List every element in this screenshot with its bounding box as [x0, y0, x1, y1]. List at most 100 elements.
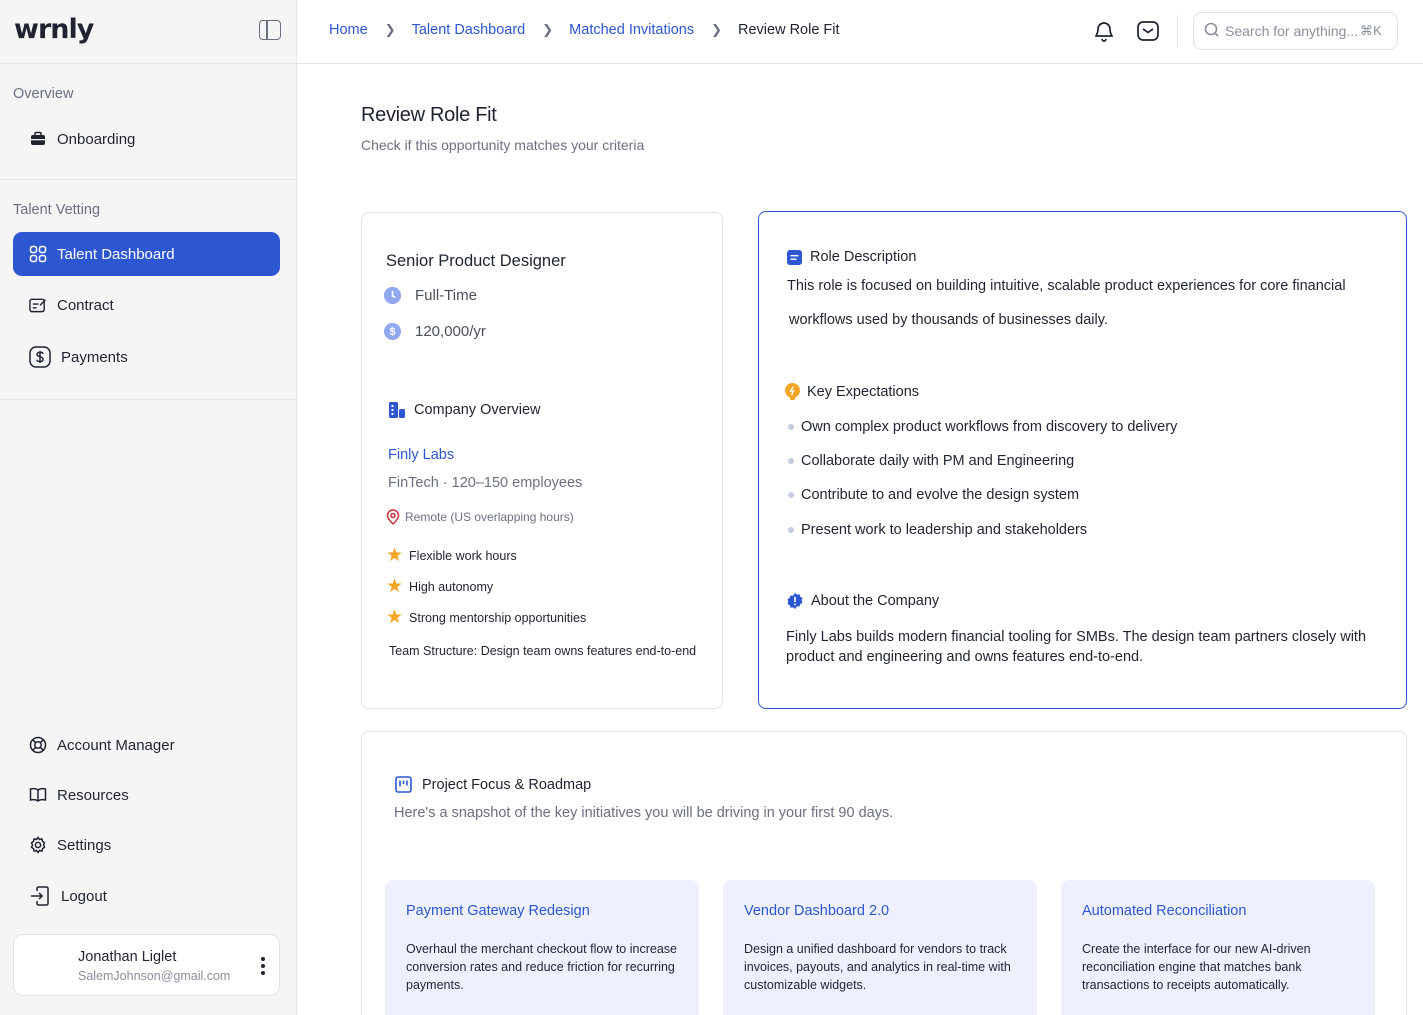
role-description-line: This role is focused on building intuiti… — [787, 278, 1346, 294]
team-structure: Team Structure: Design team owns feature… — [389, 644, 697, 658]
gear-icon — [29, 836, 47, 854]
employment-type-text: Full-Time — [415, 287, 477, 304]
project-description: Overhaul the merchant checkout flow to i… — [406, 942, 677, 992]
about-company-label: About the Company — [811, 593, 940, 609]
bell-icon[interactable] — [1092, 19, 1116, 43]
roadmap-subtitle: Here's a snapshot of the key initiatives… — [394, 805, 894, 821]
employment-type: Full-Time — [384, 287, 477, 304]
project-title: Payment Gateway Redesign — [406, 903, 590, 919]
chevron-right-icon: ❯ — [384, 22, 396, 37]
perk-text: Strong mentorship opportunities — [409, 610, 587, 625]
grid-icon — [29, 245, 47, 263]
project-description: Design a unified dashboard for vendors t… — [744, 942, 1011, 992]
project-card[interactable]: Vendor Dashboard 2.0 Design a unified da… — [723, 880, 1037, 1015]
roadmap-heading: Project Focus & Roadmap — [395, 776, 591, 793]
search-shortcut: ⌘K — [1360, 23, 1382, 38]
sidebar-item-onboarding[interactable]: Onboarding — [13, 117, 280, 161]
book-icon — [29, 786, 47, 804]
top-header: Home ❯ Talent Dashboard ❯ Matched Invita… — [297, 0, 1423, 64]
company-overview-label: Company Overview — [414, 402, 541, 418]
about-company-heading: About the Company — [787, 593, 939, 609]
sidebar-item-label: Resources — [57, 786, 129, 804]
search-input[interactable] — [1225, 23, 1357, 39]
breadcrumb-matched-invitations[interactable]: Matched Invitations — [569, 22, 694, 38]
breadcrumb-current: Review Role Fit — [738, 22, 840, 38]
list-item: Present work to leadership and stakehold… — [788, 512, 1177, 548]
breadcrumb: Home ❯ Talent Dashboard ❯ Matched Invita… — [329, 22, 840, 38]
document-icon — [787, 249, 802, 265]
page-subtitle: Check if this opportunity matches your c… — [361, 137, 645, 153]
sidebar-item-label: Account Manager — [57, 736, 175, 754]
lightbulb-icon — [784, 383, 801, 401]
list-item: Contribute to and evolve the design syst… — [788, 478, 1177, 512]
more-options-icon[interactable] — [261, 957, 265, 975]
lifebuoy-icon — [29, 736, 47, 754]
list-item: Collaborate daily with PM and Engineerin… — [788, 444, 1177, 478]
breadcrumb-talent-dashboard[interactable]: Talent Dashboard — [412, 22, 526, 38]
dollar-circle-icon: $ — [384, 323, 401, 340]
sidebar-item-settings[interactable]: Settings — [13, 823, 280, 867]
sidebar-item-label: Talent Dashboard — [57, 245, 175, 263]
location-pin-icon — [386, 509, 400, 525]
company-name-link[interactable]: Finly Labs — [388, 447, 454, 463]
about-company-text: Finly Labs builds modern financial tooli… — [786, 629, 1367, 665]
company-overview-heading: Company Overview — [388, 401, 541, 419]
search-box[interactable]: ⌘K — [1193, 12, 1398, 50]
sidebar-item-label: Logout — [61, 887, 107, 905]
list-item: Own complex product workflows from disco… — [788, 410, 1177, 444]
roadmap-card: Project Focus & Roadmap Here's a snapsho… — [361, 731, 1407, 1015]
sidebar-item-label: Payments — [61, 348, 128, 366]
project-title: Vendor Dashboard 2.0 — [744, 903, 890, 919]
star-icon: ★ — [386, 607, 404, 628]
perk-item: ★ Strong mentorship opportunities — [386, 608, 586, 627]
chevron-right-icon: ❯ — [711, 22, 723, 37]
kanban-icon — [395, 776, 412, 793]
project-card[interactable]: Payment Gateway Redesign Overhaul the me… — [385, 880, 699, 1015]
company-location: Remote (US overlapping hours) — [386, 509, 574, 525]
sidebar-item-account-manager[interactable]: Account Manager — [13, 723, 280, 767]
sidebar-item-logout[interactable]: Logout — [13, 874, 280, 918]
role-description-label: Role Description — [810, 249, 917, 265]
sidebar-item-label: Onboarding — [57, 130, 136, 148]
contract-icon — [29, 296, 47, 314]
sidebar-item-contract[interactable]: Contract — [13, 283, 280, 327]
section-label-talent-vetting: Talent Vetting — [13, 202, 101, 218]
sidebar-collapse-icon[interactable] — [259, 20, 281, 40]
star-icon: ★ — [386, 545, 404, 566]
user-email: SalemJohnson@gmail.com — [78, 969, 231, 983]
page-title: Review Role Fit — [361, 104, 497, 126]
sidebar-item-resources[interactable]: Resources — [13, 773, 280, 817]
chevron-right-icon: ❯ — [542, 22, 554, 37]
breadcrumb-home[interactable]: Home — [329, 22, 368, 38]
dollar-icon — [29, 346, 51, 368]
sidebar-divider — [0, 399, 296, 400]
expectations-list: Own complex product workflows from disco… — [788, 410, 1177, 548]
user-card[interactable]: Jonathan Liglet SalemJohnson@gmail.com — [13, 934, 280, 996]
sidebar: wrnly Overview Onboarding Talent Vetting… — [0, 0, 297, 1015]
sidebar-divider — [0, 63, 296, 64]
briefcase-icon — [29, 130, 47, 148]
star-icon: ★ — [386, 576, 404, 597]
sidebar-item-payments[interactable]: Payments — [13, 335, 280, 379]
sidebar-divider — [0, 179, 296, 180]
location-text: Remote (US overlapping hours) — [405, 510, 574, 524]
sidebar-item-talent-dashboard[interactable]: Talent Dashboard — [13, 232, 280, 276]
project-title: Automated Reconciliation — [1082, 903, 1247, 919]
salary-text: 120,000/yr — [415, 323, 486, 340]
sidebar-item-label: Contract — [57, 296, 114, 314]
company-meta: FinTech · 120–150 employees — [388, 475, 583, 491]
key-expectations-label: Key Expectations — [807, 384, 920, 400]
role-title: Senior Product Designer — [386, 252, 566, 270]
info-badge-icon — [787, 593, 803, 609]
app-logo[interactable]: wrnly — [14, 14, 94, 45]
header-divider — [1177, 15, 1178, 47]
salary: $ 120,000/yr — [384, 323, 486, 340]
project-card[interactable]: Automated Reconciliation Create the inte… — [1061, 880, 1375, 1015]
role-details-card: Role Description This role is focused on… — [758, 211, 1407, 709]
clock-icon — [384, 287, 401, 304]
mail-icon[interactable] — [1136, 19, 1160, 43]
section-label-overview: Overview — [13, 86, 74, 102]
building-icon — [388, 401, 406, 419]
perk-item: ★ High autonomy — [386, 577, 493, 596]
role-summary-card: Senior Product Designer Full-Time $ 120,… — [361, 212, 723, 709]
